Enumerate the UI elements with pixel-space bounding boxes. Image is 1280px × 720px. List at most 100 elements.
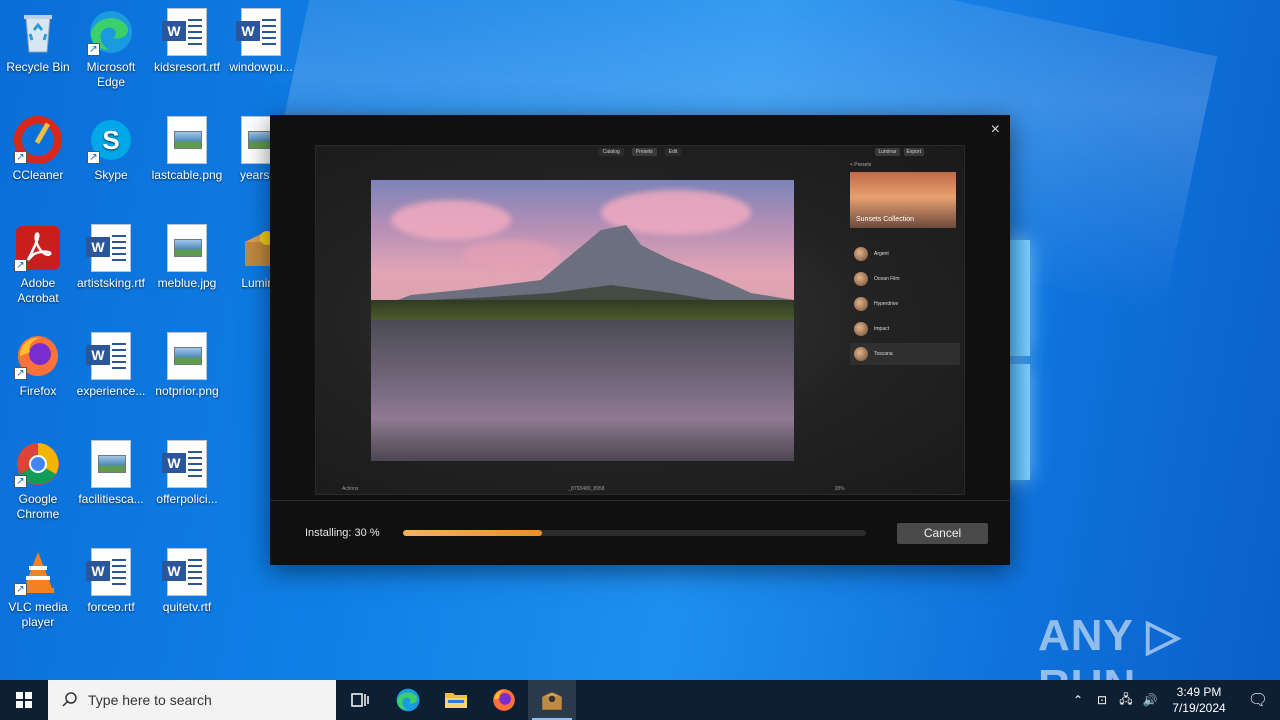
desktop-icon-label: artistsking.rtf xyxy=(76,276,145,290)
desktop-icon-label: Firefox xyxy=(19,384,57,398)
shortcut-arrow-icon: ↗ xyxy=(14,583,27,596)
edge-icon: ↗ xyxy=(87,8,135,56)
clock[interactable]: 3:49 PM 7/19/2024 xyxy=(1162,684,1236,716)
desktop-icon-label: experience... xyxy=(76,384,146,398)
desktop-icon-edge[interactable]: ↗ Microsoft Edge xyxy=(73,8,149,90)
desktop-icon-kidsresort[interactable]: W kidsresort.rtf xyxy=(149,8,225,75)
desktop-icon-label: meblue.jpg xyxy=(157,276,217,290)
word-document-icon: W xyxy=(236,8,281,56)
desktop-icon-vlc[interactable]: ↗ VLC media player xyxy=(0,548,76,630)
desktop-icon-offerpolici[interactable]: W offerpolici... xyxy=(149,440,225,507)
desktop-icon-google-chrome[interactable]: ↗ Google Chrome xyxy=(0,440,76,522)
desktop-icon-artistsking[interactable]: W artistsking.rtf xyxy=(73,224,149,291)
clock-date: 7/19/2024 xyxy=(1172,701,1226,715)
network-icon[interactable]: 🖧 xyxy=(1114,690,1138,711)
desktop-icon-label: facilitiesca... xyxy=(78,492,144,506)
vlc-icon: ↗ xyxy=(14,548,62,596)
task-view-icon xyxy=(351,693,369,707)
notification-icon[interactable]: 🗨 xyxy=(1236,690,1280,710)
cancel-button[interactable]: Cancel xyxy=(897,523,988,544)
desktop-icon-label: offerpolici... xyxy=(156,492,218,506)
word-document-icon: W xyxy=(162,8,207,56)
app-preview-screenshot: Catalog Presets Edit Luminar Export < Pr… xyxy=(315,145,965,495)
desktop-icon-recycle-bin[interactable]: Recycle Bin xyxy=(0,8,76,75)
word-document-icon: W xyxy=(86,224,131,272)
word-document-icon: W xyxy=(86,548,131,596)
desktop-icon-label: lastcable.png xyxy=(151,168,223,182)
preview-collection-card: Sunsets Collection xyxy=(850,172,956,228)
desktop-icon-ccleaner[interactable]: ↗ CCleaner xyxy=(0,116,76,183)
chevron-up-icon[interactable]: ⌃ xyxy=(1066,693,1090,707)
firefox-icon xyxy=(493,689,515,711)
preview-preset-item: Argent xyxy=(850,243,960,265)
taskbar-edge[interactable] xyxy=(384,680,432,720)
preview-bottom-bar: Actions _8793480_8958 28% xyxy=(342,486,845,492)
shortcut-arrow-icon: ↗ xyxy=(87,151,100,164)
desktop-icon-skype[interactable]: S ↗ Skype xyxy=(73,116,149,183)
desktop-icon-facilitiesca[interactable]: facilitiesca... xyxy=(73,440,149,507)
preview-top-right: Luminar Export xyxy=(875,148,924,156)
volume-icon[interactable]: 🔊 xyxy=(1138,693,1162,707)
shortcut-arrow-icon: ↗ xyxy=(87,43,100,56)
taskbar-firefox[interactable] xyxy=(480,680,528,720)
desktop-icon-label: windowpu... xyxy=(229,60,293,74)
preview-presets-panel: < Presets Sunsets Collection Argent Ocea… xyxy=(850,160,960,480)
desktop-icon-windowpu[interactable]: W windowpu... xyxy=(223,8,299,75)
taskbar-search-box[interactable]: Type here to search xyxy=(48,680,336,720)
divider xyxy=(270,500,1010,501)
taskbar-file-explorer[interactable] xyxy=(432,680,480,720)
desktop-icon-forceo[interactable]: W forceo.rtf xyxy=(73,548,149,615)
windows-start-icon xyxy=(16,692,32,708)
task-view-button[interactable] xyxy=(336,680,384,720)
shortcut-arrow-icon: ↗ xyxy=(14,259,27,272)
preview-luminar-button: Luminar xyxy=(875,148,900,156)
meet-now-icon[interactable]: ⊡ xyxy=(1090,693,1114,707)
start-button[interactable] xyxy=(0,680,48,720)
skype-icon: S ↗ xyxy=(87,116,135,164)
desktop-icon-notprior[interactable]: notprior.png xyxy=(149,332,225,399)
desktop-icon-firefox[interactable]: ↗ Firefox xyxy=(0,332,76,399)
desktop-icon-meblue[interactable]: meblue.jpg xyxy=(149,224,225,291)
preview-back-link: < Presets xyxy=(850,162,872,168)
acrobat-icon: ↗ xyxy=(14,224,62,272)
close-icon[interactable]: × xyxy=(991,121,1000,139)
desktop-icon-experience[interactable]: W experience... xyxy=(73,332,149,399)
desktop-icon-label: forceo.rtf xyxy=(87,600,135,614)
search-icon xyxy=(62,692,77,707)
preview-export-button: Export xyxy=(903,148,924,156)
desktop-icon-quitetv[interactable]: W quitetv.rtf xyxy=(149,548,225,615)
taskbar: Type here to search ⌃ ⊡ 🖧 🔊 3:49 PM 7/19… xyxy=(0,680,1280,720)
ccleaner-icon: ↗ xyxy=(14,116,62,164)
chrome-icon: ↗ xyxy=(14,440,62,488)
install-status-text: Installing: 30 % xyxy=(305,527,380,539)
preview-tabs: Catalog Presets Edit xyxy=(316,146,964,158)
recycle-bin-icon xyxy=(14,8,62,56)
preview-preset-item-selected: Toscana xyxy=(850,343,960,365)
shortcut-arrow-icon: ↗ xyxy=(14,475,27,488)
taskbar-installer[interactable] xyxy=(528,680,576,720)
word-document-icon: W xyxy=(86,332,131,380)
installer-window: × Catalog Presets Edit Luminar Export < … xyxy=(270,115,1010,565)
image-file-icon xyxy=(91,440,131,488)
desktop-icon-lastcable[interactable]: lastcable.png xyxy=(149,116,225,183)
desktop-icon-label: notprior.png xyxy=(155,384,219,398)
progress-fill xyxy=(403,530,542,536)
installer-icon xyxy=(542,692,562,710)
svg-text:S: S xyxy=(102,125,119,155)
search-placeholder: Type here to search xyxy=(88,692,212,708)
desktop-icon-adobe-acrobat[interactable]: ↗ Adobe Acrobat xyxy=(0,224,76,306)
install-progress-bar xyxy=(403,530,866,536)
edge-icon xyxy=(396,688,420,712)
preview-tab-catalog: Catalog xyxy=(598,148,624,156)
word-document-icon: W xyxy=(162,548,207,596)
desktop-icon-label: CCleaner xyxy=(12,168,64,182)
desktop-icon-label: VLC media player xyxy=(8,600,68,629)
preview-preset-item: Ocean Film xyxy=(850,268,960,290)
shortcut-arrow-icon: ↗ xyxy=(14,367,27,380)
firefox-icon: ↗ xyxy=(14,332,62,380)
desktop-icon-label: quitetv.rtf xyxy=(162,600,212,614)
system-tray: ⌃ ⊡ 🖧 🔊 3:49 PM 7/19/2024 🗨 xyxy=(1066,680,1280,720)
clock-time: 3:49 PM xyxy=(1176,685,1222,699)
desktop-icon-label: Recycle Bin xyxy=(6,60,70,74)
preview-preset-item: Impact xyxy=(850,318,960,340)
